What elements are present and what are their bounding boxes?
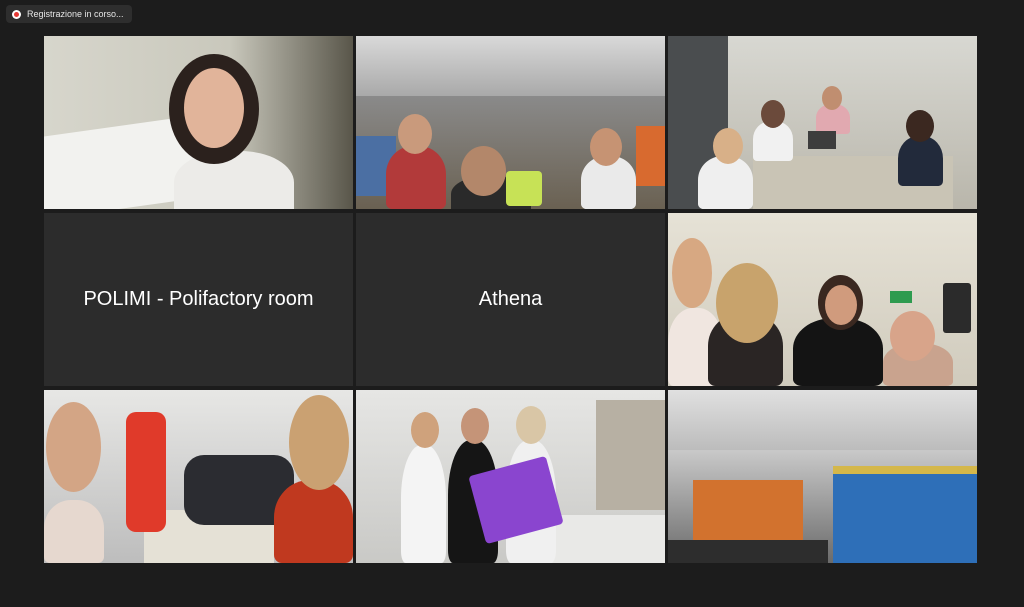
video-feed [668,390,977,450]
participant-name: POLIMI - Polifactory room [83,288,314,310]
participant-video-tile[interactable] [668,390,977,563]
participant-name: Athena [478,288,543,310]
participant-video-tile[interactable] [44,36,353,209]
video-feed [356,36,665,96]
active-speaker-video-tile[interactable] [668,213,977,386]
participant-name-tile[interactable]: Athena [356,213,665,386]
record-icon [12,9,21,19]
participant-name-tile[interactable]: POLIMI - Polifactory room [44,213,353,386]
recording-label: Registrazione in corso... [27,9,124,19]
video-gallery: POLIMI - Polifactory room Athena [44,36,980,565]
participant-video-tile[interactable] [668,36,977,209]
participant-video-tile[interactable] [44,390,353,563]
recording-indicator[interactable]: Registrazione in corso... [6,5,132,23]
participant-video-tile[interactable] [356,390,665,563]
participant-video-tile[interactable] [356,36,665,209]
